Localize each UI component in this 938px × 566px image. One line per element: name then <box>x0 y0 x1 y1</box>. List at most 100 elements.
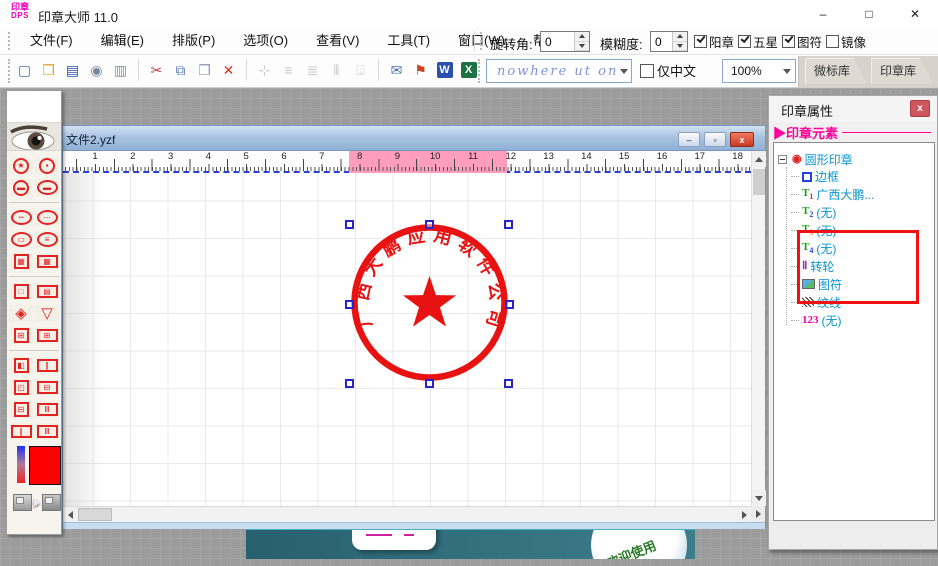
maximize-button[interactable]: □ <box>846 0 892 28</box>
print-preview-icon[interactable]: ◉ <box>86 58 107 82</box>
distribute-v-icon[interactable]: ⍗ <box>350 58 371 82</box>
align-left-icon[interactable]: ≡ <box>278 58 299 82</box>
square-four-cell-stamp[interactable]: ⊞ <box>9 327 33 344</box>
vscroll-thumb[interactable] <box>753 169 765 195</box>
rect-four-bar-stamp[interactable]: Ⅲ <box>35 423 59 440</box>
yang-seal-checkbox[interactable]: 阳章 <box>694 32 734 51</box>
document-titlebar[interactable]: 文件2.yzf ‒▫x <box>63 126 765 151</box>
square-hsplit-stamp[interactable]: ⊟ <box>9 401 33 418</box>
toolbar-gripper[interactable] <box>478 59 482 83</box>
blur-input[interactable] <box>651 32 672 51</box>
toolbar-gripper[interactable] <box>480 32 484 50</box>
checkbox-icon[interactable] <box>694 35 707 48</box>
oval-dashline-stamp[interactable]: ┅ <box>9 209 33 226</box>
square-inner-stamp[interactable]: □ <box>9 283 33 300</box>
excel-export-icon[interactable]: X <box>458 58 479 82</box>
tree-item-border[interactable]: 边框 <box>791 169 839 185</box>
menu-item-0[interactable]: 文件(F) <box>16 28 87 55</box>
tree-item-text4[interactable]: T4(无) <box>791 241 836 257</box>
circle-bar-stamp[interactable]: ▬ <box>9 179 33 196</box>
doc-close-button[interactable]: x <box>730 132 754 147</box>
tree-item-hatch[interactable]: 纹线 <box>791 294 841 310</box>
menu-item-3[interactable]: 选项(O) <box>229 28 302 55</box>
align-center-icon[interactable]: ⊹ <box>254 58 275 82</box>
chevron-down-icon[interactable] <box>616 69 631 74</box>
rotation-input[interactable] <box>541 32 574 51</box>
square-grid-stamp[interactable]: ▦ <box>9 253 33 270</box>
copy-icon[interactable]: ⧉ <box>170 58 191 82</box>
doc-restore-button[interactable]: ▫ <box>704 132 726 147</box>
design-canvas[interactable]: 广西大鹏应用软件公司 <box>63 173 751 506</box>
tree-item-text2[interactable]: T2(无) <box>791 205 836 221</box>
panel-close-button[interactable]: x <box>910 100 930 117</box>
symbol-checkbox[interactable]: 图符 <box>782 32 822 51</box>
toolbar-gripper[interactable] <box>8 32 12 50</box>
five-star-checkbox[interactable]: 五星 <box>738 32 778 51</box>
selection-handle-top-right[interactable] <box>504 220 513 229</box>
open-file-icon[interactable]: ❒ <box>38 58 59 82</box>
tree-item-number[interactable]: 123(无) <box>791 312 842 328</box>
doc-minimize-button[interactable]: ‒ <box>678 132 700 147</box>
selection-handle-mid-left[interactable] <box>345 300 354 309</box>
stamp-image-icon[interactable]: ⚑ <box>410 58 431 82</box>
circle-square-stamp[interactable]: ▪ <box>35 157 59 174</box>
menu-item-5[interactable]: 工具(T) <box>373 28 444 55</box>
selection-handle-bottom-right[interactable] <box>504 379 513 388</box>
menu-item-4[interactable]: 查看(V) <box>302 28 373 55</box>
new-document-icon[interactable]: ▢ <box>14 58 35 82</box>
tab-logo-library[interactable]: 微标库 <box>805 58 867 84</box>
selection-handle-bottom-left[interactable] <box>345 379 354 388</box>
spinner-arrows[interactable] <box>574 32 589 51</box>
delete-icon[interactable]: ✕ <box>218 58 239 82</box>
rect-split-stamp[interactable]: ▤ <box>35 283 59 300</box>
scroll-up-icon[interactable] <box>752 151 766 167</box>
rotation-spinner[interactable] <box>540 31 590 52</box>
save-file-icon[interactable]: ▤ <box>62 58 83 82</box>
stamp-preview-icon[interactable] <box>42 494 61 511</box>
print-icon[interactable]: ▥ <box>110 58 131 82</box>
vertical-scrollbar[interactable] <box>751 151 765 506</box>
menu-item-1[interactable]: 编辑(E) <box>87 28 158 55</box>
triangle-stamp[interactable]: ▽ <box>35 305 59 322</box>
oval-lines-stamp[interactable]: ≡ <box>35 231 59 248</box>
checkbox-icon[interactable] <box>782 35 795 48</box>
rect-two-bar-stamp[interactable]: ∥ <box>35 357 59 374</box>
sign-document-icon[interactable]: ✉ <box>386 58 407 82</box>
word-export-icon[interactable]: W <box>434 58 455 82</box>
tree-item-symbol[interactable]: 图符 <box>791 276 842 292</box>
tree-item-text1[interactable]: T1广西大鹏... <box>791 187 874 203</box>
rect-three-cell-stamp[interactable]: Ⅲ <box>35 401 59 418</box>
close-button[interactable]: ✕ <box>892 0 938 28</box>
align-right-icon[interactable]: ≣ <box>302 58 323 82</box>
rect-grid-stamp[interactable]: ▦ <box>35 253 59 270</box>
distribute-h-icon[interactable]: ⫴ <box>326 58 347 82</box>
blur-spinner[interactable] <box>650 31 688 52</box>
current-color-swatch[interactable] <box>29 446 61 485</box>
tree-item-wheel[interactable]: Ⅱ转轮 <box>791 258 834 274</box>
oval-box-stamp[interactable]: ▭ <box>9 231 33 248</box>
only-chinese-checkbox[interactable]: 仅中文 <box>640 61 696 80</box>
rect-bottom-bar-stamp[interactable]: ⊟ <box>35 379 59 396</box>
checkbox-icon[interactable] <box>640 64 654 78</box>
selection-handle-mid-right[interactable] <box>505 300 514 309</box>
rect-cells-stamp[interactable]: ⊞ <box>35 327 59 344</box>
paste-icon[interactable]: ❐ <box>194 58 215 82</box>
scroll-down-icon[interactable] <box>752 490 766 506</box>
scroll-right-icon[interactable] <box>737 507 751 523</box>
cut-icon[interactable]: ✂ <box>146 58 167 82</box>
selection-handle-bottom-mid[interactable] <box>425 379 434 388</box>
tree-item-round-seal[interactable]: ◉圆形印章 <box>778 151 853 167</box>
tree-item-text3[interactable]: T3(无) <box>791 223 836 239</box>
scroll-left-icon[interactable] <box>63 507 77 523</box>
tab-seal-library[interactable]: 印章库 <box>871 58 933 84</box>
menu-item-2[interactable]: 排版(P) <box>158 28 229 55</box>
chevron-down-icon[interactable] <box>779 69 795 74</box>
checkbox-icon[interactable] <box>826 35 839 48</box>
color-gradient-bar[interactable] <box>17 446 25 483</box>
tree-expander-icon[interactable] <box>778 155 787 164</box>
toolbar-gripper[interactable] <box>8 59 12 83</box>
font-combobox[interactable]: nowhere ut one <box>486 59 632 83</box>
circle-star-stamp[interactable]: ★ <box>9 157 33 174</box>
oval-dotted-stamp[interactable]: ⋯ <box>35 209 59 226</box>
checkbox-icon[interactable] <box>738 35 751 48</box>
